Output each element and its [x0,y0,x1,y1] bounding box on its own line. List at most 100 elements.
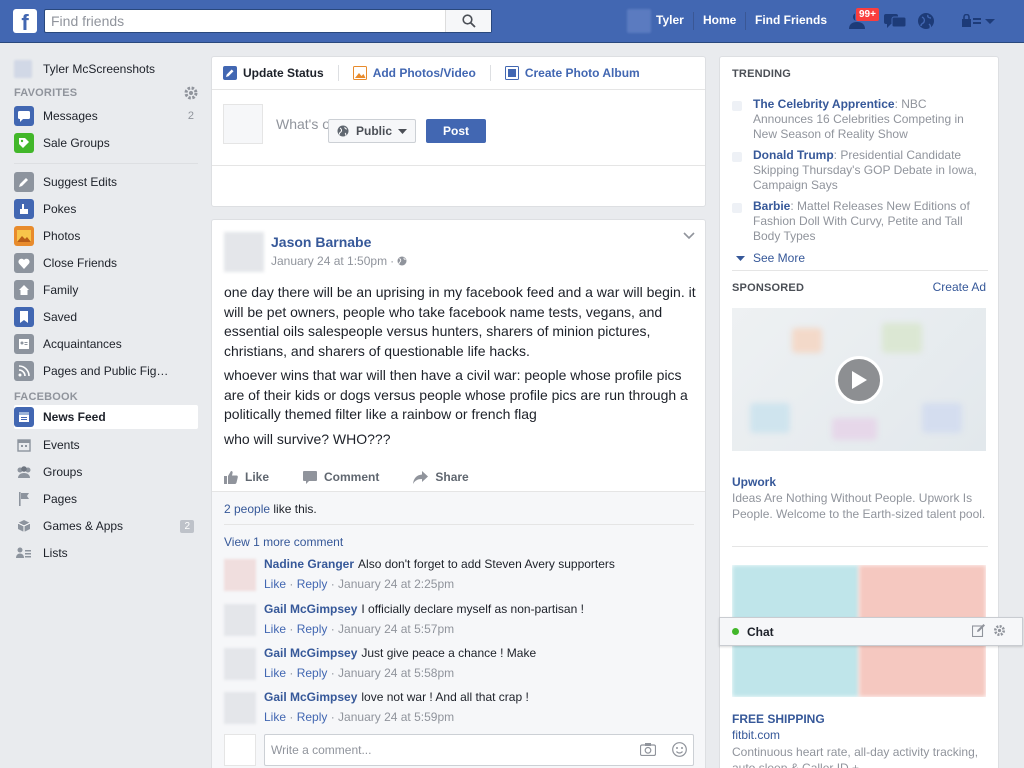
sidebar-item-label: Lists [43,546,68,560]
post-button[interactable]: Post [426,119,486,143]
sidebar-item-pages[interactable]: Pages [14,487,198,511]
chevron-down-icon[interactable] [683,232,695,240]
sidebar-item-label: Pages [43,492,78,506]
tab-create-photo-album[interactable]: Create Photo Album [504,66,640,80]
messages-icon[interactable] [884,11,906,31]
sidebar-item-pages-public-figures[interactable]: Pages and Public Fig… [14,359,198,383]
pencil-icon [223,66,237,80]
find-friends-link[interactable]: Find Friends [755,13,827,27]
compose-icon[interactable] [972,624,985,637]
facebook-heading: FACEBOOK [14,391,78,403]
trending-item[interactable]: The Celebrity Apprentice: NBC Announces … [732,97,988,142]
sidebar-item-sale-groups[interactable]: Sale Groups [14,131,198,155]
ad-title[interactable]: FREE SHIPPING [732,712,825,726]
comment-timestamp[interactable]: January 24 at 5:59pm [338,710,454,724]
profile-link[interactable]: Tyler [656,13,684,27]
post-author[interactable]: Jason Barnabe [271,234,371,250]
commenter-avatar[interactable] [224,559,256,591]
ad-site[interactable]: fitbit.com [732,728,780,742]
comment-timestamp[interactable]: January 24 at 5:57pm [338,622,454,636]
acquaintances-icon [14,334,34,354]
comment-input[interactable] [265,735,625,765]
trending-topic[interactable]: Donald Trump [753,148,834,162]
search-input[interactable] [45,10,445,32]
commenter-name[interactable]: Gail McGimpsey [264,602,357,616]
comment: Gail McGimpsey I officially declare mysel… [224,602,694,638]
play-button[interactable] [835,356,883,404]
tab-label: Update Status [243,66,324,80]
comment-like-link[interactable]: Like [264,710,286,724]
globe-icon[interactable] [915,11,937,31]
trending-item[interactable]: Donald Trump: Presidential Candidate Ski… [732,148,988,193]
create-ad-link[interactable]: Create Ad [933,280,986,294]
sidebar-item-label: Pages and Public Fig… [43,364,169,378]
online-status-icon [732,628,739,635]
post-paragraph: whoever wins that war will then have a c… [224,367,688,422]
gear-icon[interactable] [993,624,1006,637]
sidebar-item-games-apps[interactable]: Games & Apps 2 [14,514,198,538]
comment-reply-link[interactable]: Reply [297,710,328,724]
search-box [44,9,492,33]
view-more-comments-link[interactable]: View 1 more comment [224,535,343,549]
comment-like-link[interactable]: Like [264,622,286,636]
user-avatar[interactable] [627,9,651,33]
like-button[interactable]: Like [224,470,269,484]
comment-reply-link[interactable]: Reply [297,622,328,636]
post-timestamp[interactable]: January 24 at 1:50pm [271,254,387,268]
ad-title[interactable]: Upwork [732,475,776,489]
commenter-name[interactable]: Gail McGimpsey [264,690,357,704]
privacy-shortcuts-icon[interactable] [958,11,998,31]
profile-name: Tyler McScreenshots [43,62,156,76]
comment: Gail McGimpsey Just give peace a chance !… [224,646,694,682]
trending-topic[interactable]: The Celebrity Apprentice [753,97,895,111]
likes-text: like this. [273,502,317,516]
search-button[interactable] [445,10,491,32]
sidebar-item-family[interactable]: Family [14,278,198,302]
cube-icon [14,516,34,536]
facebook-logo[interactable]: f [13,9,37,33]
likers-link[interactable]: 2 people [224,502,270,516]
sidebar-item-saved[interactable]: Saved [14,305,198,329]
sidebar-item-acquaintances[interactable]: Acquaintances [14,332,198,356]
sidebar-item-photos[interactable]: Photos [14,224,198,248]
comment-reply-link[interactable]: Reply [297,666,328,680]
comment-reply-link[interactable]: Reply [297,577,328,591]
comment-timestamp[interactable]: January 24 at 2:25pm [338,577,454,591]
trending-topic[interactable]: Barbie [753,199,790,213]
sidebar-item-pokes[interactable]: Pokes [14,197,198,221]
sidebar-item-lists[interactable]: Lists [14,541,198,565]
commenter-name[interactable]: Gail McGimpsey [264,646,357,660]
see-more-link[interactable]: See More [736,251,805,265]
comment-button[interactable]: Comment [303,470,379,484]
commenter-avatar[interactable] [224,692,256,724]
search-icon [461,14,476,28]
comment-text: Also don't forget to add Steven Avery su… [358,557,615,571]
share-button[interactable]: Share [413,470,469,484]
emoji-icon[interactable] [672,742,687,757]
comment-like-link[interactable]: Like [264,577,286,591]
tab-add-photos-video[interactable]: Add Photos/Video [352,66,476,80]
sidebar-item-events[interactable]: Events [14,433,198,457]
comment-box [264,734,694,766]
commenter-avatar[interactable] [224,648,256,680]
commenter-name[interactable]: Nadine Granger [264,557,354,571]
camera-icon[interactable] [640,742,656,756]
sidebar-profile[interactable]: Tyler McScreenshots [14,60,155,78]
author-avatar[interactable] [224,232,264,272]
trending-item[interactable]: Barbie: Mattel Releases New Editions of … [732,199,988,244]
sidebar-item-suggest-edits[interactable]: Suggest Edits [14,170,198,194]
sidebar-item-news-feed[interactable]: News Feed [14,405,198,429]
commenter-avatar[interactable] [224,604,256,636]
sidebar-item-close-friends[interactable]: Close Friends [14,251,198,275]
tab-update-status[interactable]: Update Status [223,66,324,80]
heart-icon [14,253,34,273]
home-link[interactable]: Home [703,13,736,27]
sidebar-item-messages[interactable]: Messages 2 [14,104,198,128]
settings-gear-icon[interactable] [183,85,199,101]
sidebar-item-groups[interactable]: Groups [14,460,198,484]
sponsored-video[interactable] [732,308,986,451]
audience-selector[interactable]: Public [328,119,416,143]
chat-bar[interactable]: Chat [719,617,1023,646]
comment-timestamp[interactable]: January 24 at 5:58pm [338,666,454,680]
comment-like-link[interactable]: Like [264,666,286,680]
